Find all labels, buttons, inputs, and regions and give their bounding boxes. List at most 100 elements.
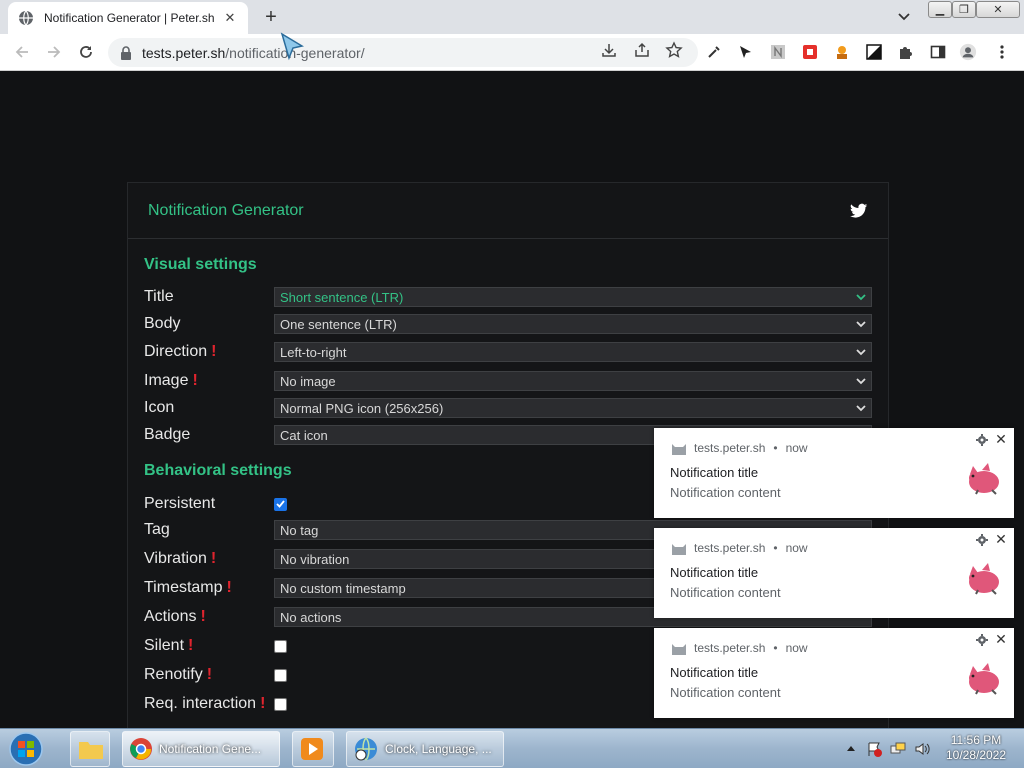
body-label: Body: [144, 315, 181, 332]
kebab-menu-icon[interactable]: [993, 43, 1011, 61]
forward-button[interactable]: [42, 40, 66, 64]
persistent-checkbox[interactable]: [274, 497, 287, 511]
lock-icon: [121, 45, 131, 60]
explorer-taskbar-button[interactable]: [70, 731, 110, 767]
behavioral-settings-heading: Behavioral settings: [144, 462, 292, 479]
minimize-button[interactable]: ▁: [928, 1, 952, 18]
cat-badge-icon: [672, 644, 686, 655]
taskbar-chrome-label: Notification Gene...: [159, 742, 262, 756]
actions-label: Actions!: [144, 608, 206, 625]
side-panel-icon[interactable]: [929, 43, 947, 61]
title-row: Title Short sentence (LTR): [144, 286, 874, 308]
window-close-button[interactable]: ✕: [976, 1, 1020, 18]
chevron-down-icon: [856, 349, 866, 356]
cat-icon: [969, 663, 999, 695]
back-button[interactable]: [10, 40, 34, 64]
new-tab-button[interactable]: +: [258, 4, 284, 30]
warning-icon: !: [210, 550, 217, 567]
direction-select[interactable]: Left-to-right: [274, 342, 872, 362]
close-icon[interactable]: ✕: [994, 432, 1008, 446]
notification-toast[interactable]: tests.peter.sh • now Notification title No…: [654, 428, 1014, 518]
orange-extension-icon[interactable]: [833, 43, 851, 61]
bookmark-star-icon[interactable]: [665, 41, 683, 59]
clock-language-icon: [355, 737, 377, 761]
volume-icon[interactable]: [914, 741, 930, 757]
notification-time: now: [785, 541, 808, 555]
notification-time: now: [785, 441, 808, 455]
tab-title: Notification Generator | Peter.sh: [44, 11, 215, 25]
media-player-icon: [301, 738, 323, 760]
icon-row: Icon Normal PNG icon (256x256): [144, 397, 874, 419]
start-button-icon[interactable]: [6, 731, 46, 767]
action-center-flag-icon[interactable]: [866, 741, 882, 757]
warning-icon: !: [192, 372, 198, 389]
chevron-down-icon: [856, 321, 866, 328]
warning-icon: !: [200, 608, 206, 625]
eyedropper-extension-icon[interactable]: [705, 43, 723, 61]
clock-date: 10/28/2022: [945, 748, 1007, 762]
cat-icon: [969, 563, 999, 595]
install-app-icon[interactable]: [600, 41, 618, 59]
icon-select[interactable]: Normal PNG icon (256x256): [274, 398, 872, 418]
tab-close-icon[interactable]: ✕: [222, 10, 238, 26]
clock-time: 11:56 PM: [950, 733, 1002, 747]
folder-icon: [79, 742, 103, 759]
visual-settings-heading: Visual settings: [144, 256, 257, 273]
renotify-checkbox[interactable]: [274, 668, 287, 682]
warning-icon: !: [188, 637, 194, 654]
body-row: Body One sentence (LTR): [144, 313, 874, 335]
chrome-taskbar-button[interactable]: Notification Gene...: [122, 731, 280, 767]
body-select[interactable]: One sentence (LTR): [274, 314, 872, 334]
title-select[interactable]: Short sentence (LTR): [274, 287, 872, 307]
show-hidden-icons-icon[interactable]: [846, 744, 856, 752]
chevron-down-icon: [856, 294, 866, 301]
notification-time: now: [785, 641, 808, 655]
settings-gear-icon[interactable]: [976, 434, 988, 446]
require-interaction-checkbox[interactable]: [274, 697, 287, 711]
renotify-label: Renotify!: [144, 666, 213, 683]
image-row: Image! No image: [144, 370, 874, 392]
windows-taskbar: Notification Gene... Clock, Language, ..…: [0, 728, 1024, 768]
settings-gear-icon[interactable]: [976, 534, 988, 546]
twitter-icon[interactable]: [850, 203, 868, 219]
cursor-extension-icon[interactable]: [736, 43, 754, 61]
close-icon[interactable]: ✕: [994, 632, 1008, 646]
maximize-button[interactable]: ❐: [952, 1, 976, 18]
media-player-taskbar-button[interactable]: [292, 731, 334, 767]
red-extension-icon[interactable]: [801, 43, 819, 61]
warning-icon: !: [206, 666, 213, 683]
settings-gear-icon[interactable]: [976, 634, 988, 646]
tab-search-chevron-icon[interactable]: [893, 8, 915, 26]
close-icon[interactable]: ✕: [994, 532, 1008, 546]
control-panel-taskbar-button[interactable]: Clock, Language, ...: [346, 731, 504, 767]
notification-header: tests.peter.sh • now: [670, 640, 808, 656]
cat-badge-icon: [672, 544, 686, 555]
warning-icon: !: [211, 343, 217, 360]
globe-icon: [19, 10, 33, 26]
puzzle-extensions-icon[interactable]: [897, 43, 915, 61]
taskbar-control-panel-label: Clock, Language, ...: [385, 742, 492, 756]
reload-button[interactable]: [74, 40, 98, 64]
url-text: tests.peter.sh/notification-generator/: [142, 45, 365, 61]
timestamp-label: Timestamp!: [144, 579, 232, 596]
card-header: Notification Generator: [128, 183, 888, 239]
notification-title: Notification title: [670, 665, 759, 680]
reload-icon: [80, 46, 92, 58]
notification-body: Notification content: [670, 685, 781, 700]
notification-origin: tests.peter.sh: [694, 441, 766, 455]
profile-avatar-icon[interactable]: [959, 43, 977, 61]
browser-tab[interactable]: Notification Generator | Peter.sh ✕: [8, 2, 248, 34]
notification-body: Notification content: [670, 485, 781, 500]
notification-header: tests.peter.sh • now: [670, 440, 808, 456]
gray-extension-icon[interactable]: [769, 43, 787, 61]
network-icon[interactable]: [890, 741, 906, 757]
back-arrow-icon: [15, 46, 28, 58]
image-select[interactable]: No image: [274, 371, 872, 391]
share-icon[interactable]: [633, 41, 651, 59]
chevron-down-icon: [856, 405, 866, 412]
contrast-extension-icon[interactable]: [865, 43, 883, 61]
system-clock[interactable]: 11:56 PM 10/28/2022: [940, 733, 1012, 763]
silent-checkbox[interactable]: [274, 639, 287, 653]
notification-toast[interactable]: tests.peter.sh • now Notification title No…: [654, 628, 1014, 718]
notification-toast[interactable]: tests.peter.sh • now Notification title No…: [654, 528, 1014, 618]
